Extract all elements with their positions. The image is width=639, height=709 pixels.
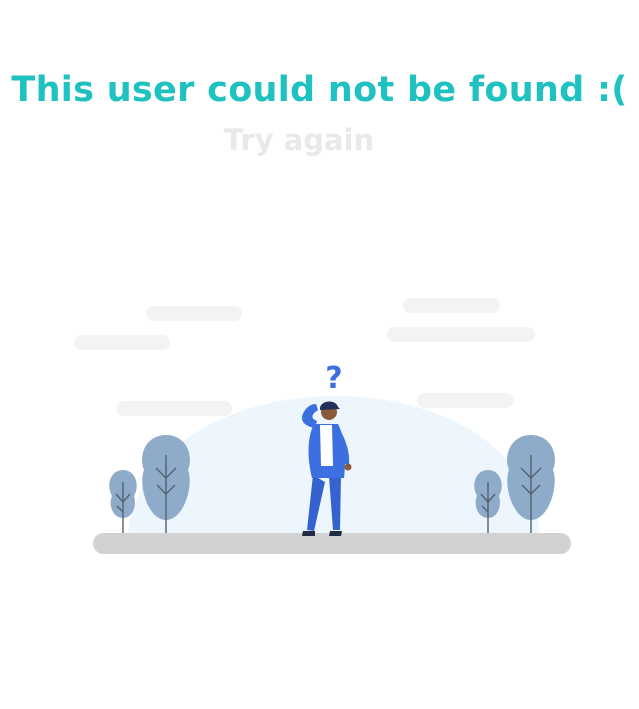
user-not-found-page: This user could not be found :( Try agai… (0, 0, 639, 709)
cloud (116, 401, 232, 416)
cloud (403, 298, 500, 313)
page-title: This user could not be found :( (11, 70, 628, 110)
lost-person-illustration: ? (74, 298, 571, 554)
cloud (146, 306, 242, 321)
cloud (74, 335, 170, 350)
question-mark-icon: ? (325, 361, 342, 396)
cloud (387, 327, 535, 342)
cloud (417, 393, 514, 408)
ground (93, 533, 571, 554)
try-again-button[interactable]: Try again (219, 118, 379, 162)
